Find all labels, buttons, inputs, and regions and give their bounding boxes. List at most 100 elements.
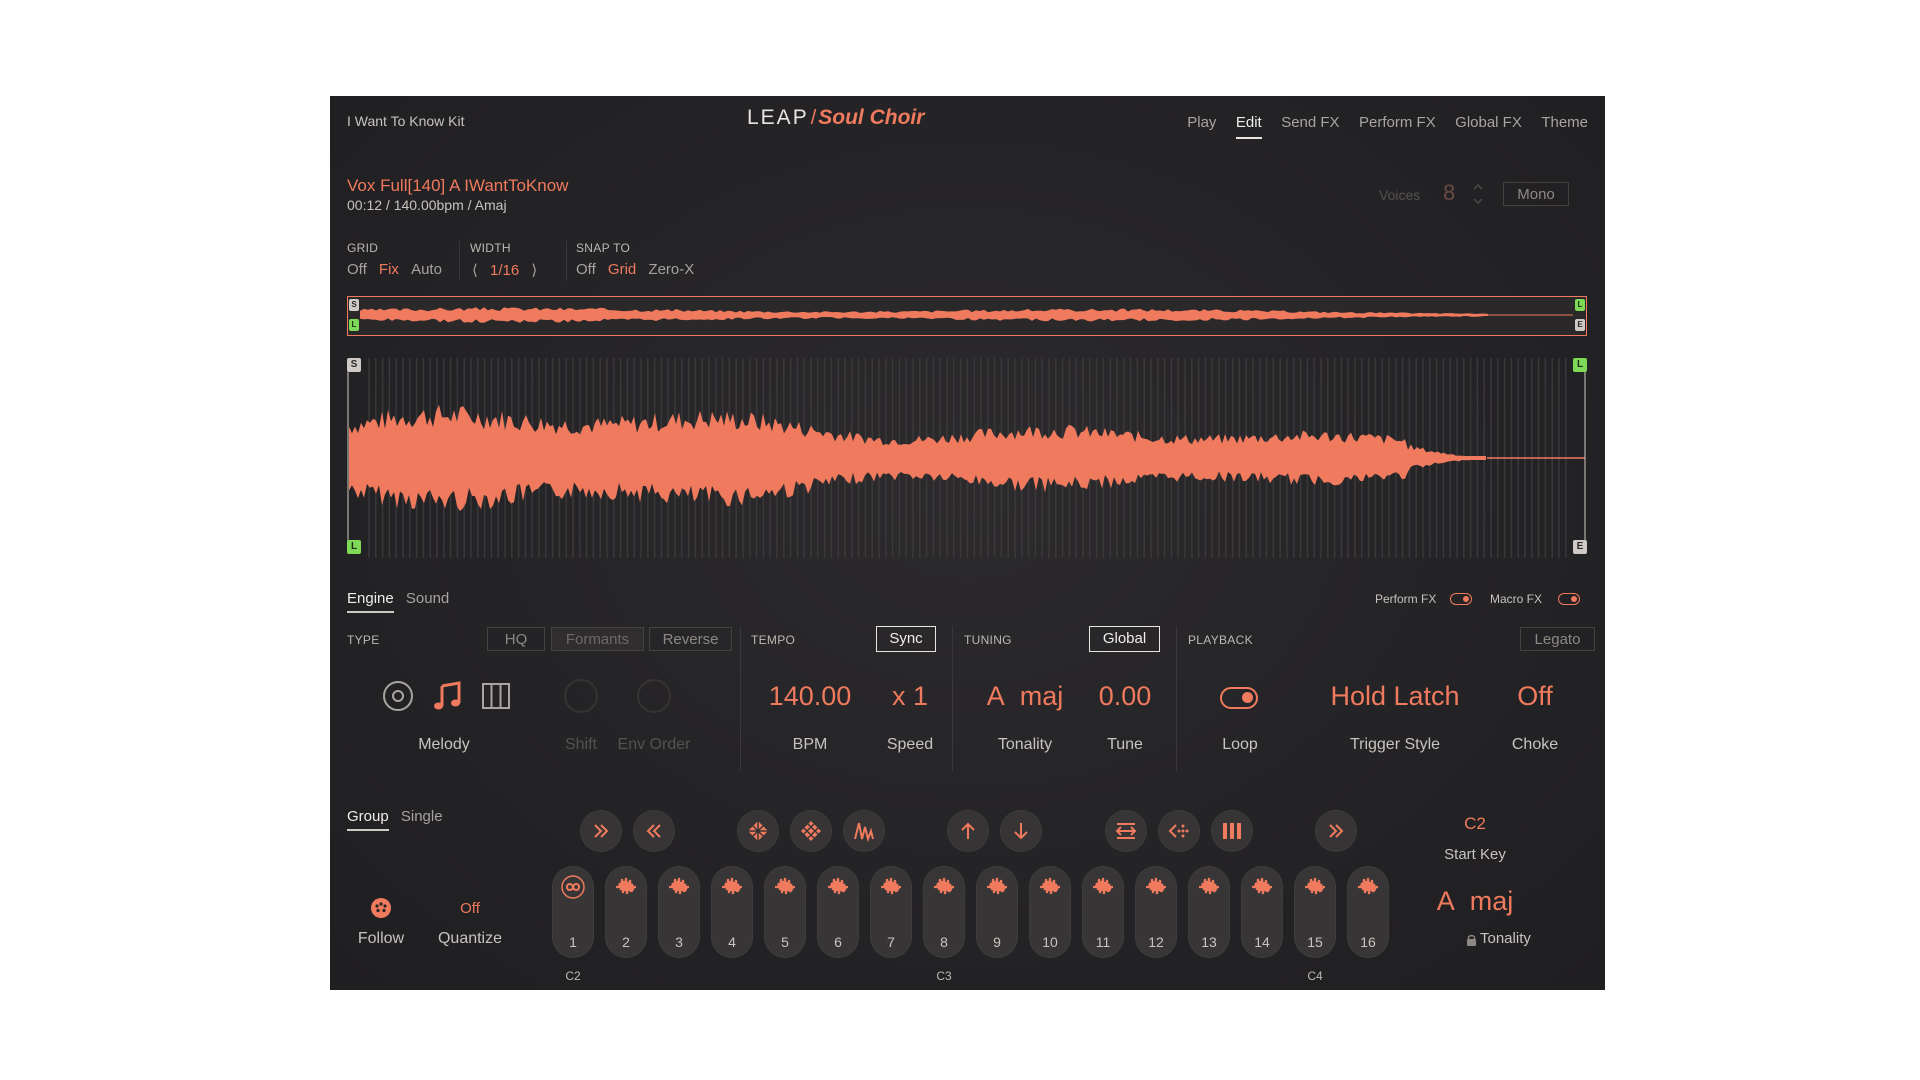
randomize-button[interactable]: [790, 810, 832, 852]
divider: [740, 626, 741, 771]
target-icon[interactable]: [381, 679, 415, 713]
sample-name[interactable]: Vox Full[140] A IWantToKnow: [347, 176, 568, 196]
nav-edit[interactable]: Edit: [1236, 114, 1262, 139]
pad-5[interactable]: 5: [764, 866, 806, 958]
reverse-button[interactable]: Reverse: [649, 627, 732, 651]
pad-2[interactable]: 2: [605, 866, 647, 958]
nav-play[interactable]: Play: [1187, 114, 1216, 131]
nav-global-fx[interactable]: Global FX: [1455, 114, 1522, 131]
voices-stepper-icon[interactable]: [1472, 181, 1484, 207]
tune-value[interactable]: 0.00: [1080, 681, 1170, 712]
tab-group[interactable]: Group: [347, 808, 389, 831]
overview-loop-start-marker[interactable]: L: [349, 319, 359, 331]
chevron-left-icon[interactable]: ⟨: [472, 262, 478, 279]
transpose-down-button[interactable]: [1000, 810, 1042, 852]
reverse-order-button[interactable]: [1158, 810, 1200, 852]
playback-label: PLAYBACK: [1188, 633, 1253, 647]
double-chevron-left-icon: [645, 822, 663, 840]
tab-engine[interactable]: Engine: [347, 590, 394, 613]
double-chevron-right-icon: [1327, 822, 1345, 840]
music-note-icon[interactable]: [430, 679, 464, 713]
skip-back-button[interactable]: [633, 810, 675, 852]
kit-name[interactable]: I Want To Know Kit: [347, 113, 465, 129]
waveform-icon: [1144, 875, 1168, 899]
slices-icon[interactable]: [479, 679, 513, 713]
legato-button[interactable]: Legato: [1520, 627, 1595, 651]
waveform-icon: [1197, 875, 1221, 899]
tab-sound[interactable]: Sound: [406, 590, 449, 607]
sync-button[interactable]: Sync: [876, 626, 936, 652]
snap-zero-x[interactable]: Zero-X: [648, 261, 694, 278]
start-key-value[interactable]: C2: [1430, 814, 1520, 834]
hq-button[interactable]: HQ: [487, 627, 545, 651]
pad-14[interactable]: 14: [1241, 866, 1283, 958]
speed-value[interactable]: x 1: [860, 681, 960, 712]
shuffle-button[interactable]: [737, 810, 779, 852]
bars-button[interactable]: [1211, 810, 1253, 852]
pad-10[interactable]: 10: [1029, 866, 1071, 958]
macro-fx-toggle[interactable]: [1558, 593, 1580, 605]
follow-caption: Follow: [341, 930, 421, 948]
snap-grid[interactable]: Grid: [608, 261, 636, 278]
quantize-value[interactable]: Off: [430, 900, 510, 917]
overview-loop-end-marker[interactable]: L: [1575, 299, 1585, 311]
pad-number: 11: [1082, 934, 1124, 950]
loop-start-marker[interactable]: L: [347, 540, 361, 554]
grid-fix[interactable]: Fix: [379, 261, 399, 278]
main-waveform[interactable]: S L L E: [347, 358, 1587, 558]
global-button[interactable]: Global: [1089, 626, 1160, 652]
trigger-style-value[interactable]: Hold Latch: [1310, 681, 1480, 712]
follow-icon[interactable]: [369, 896, 393, 920]
envelope-button[interactable]: [843, 810, 885, 852]
pad-13[interactable]: 13: [1188, 866, 1230, 958]
nav-send-fx[interactable]: Send FX: [1281, 114, 1339, 131]
pad-8[interactable]: 8: [923, 866, 965, 958]
pad-number: 6: [817, 934, 859, 950]
pad-15[interactable]: 15: [1294, 866, 1336, 958]
waveform-icon: [614, 875, 638, 899]
start-marker[interactable]: S: [347, 358, 361, 372]
pad-12[interactable]: 12: [1135, 866, 1177, 958]
nav-theme[interactable]: Theme: [1541, 114, 1588, 131]
pad-1[interactable]: 1: [552, 866, 594, 958]
pad-3[interactable]: 3: [658, 866, 700, 958]
overview-start-marker[interactable]: S: [349, 299, 359, 311]
choke-value[interactable]: Off: [1490, 681, 1580, 712]
overview-end-marker[interactable]: E: [1575, 319, 1585, 331]
width-value[interactable]: 1/16: [490, 262, 519, 279]
lock-icon[interactable]: [1466, 933, 1477, 945]
overview-waveform[interactable]: S L L E: [347, 296, 1587, 336]
choke-caption: Choke: [1490, 736, 1580, 754]
loop-toggle[interactable]: [1220, 687, 1258, 709]
divider: [566, 241, 567, 281]
nav-perform-fx[interactable]: Perform FX: [1359, 114, 1436, 131]
mono-button[interactable]: Mono: [1503, 182, 1569, 206]
pad-11[interactable]: 11: [1082, 866, 1124, 958]
skip-forward-button[interactable]: [580, 810, 622, 852]
perform-fx-toggle[interactable]: [1450, 593, 1472, 605]
width-label: WIDTH: [470, 241, 511, 255]
grid-auto[interactable]: Auto: [411, 261, 442, 278]
end-marker[interactable]: E: [1573, 540, 1587, 554]
swap-button[interactable]: [1105, 810, 1147, 852]
loop-end-marker[interactable]: L: [1573, 358, 1587, 372]
bpm-value[interactable]: 140.00: [750, 681, 870, 712]
pad-4[interactable]: 4: [711, 866, 753, 958]
chevron-right-icon[interactable]: ⟩: [531, 262, 537, 279]
loop-icon: [561, 875, 585, 899]
pad-6[interactable]: 6: [817, 866, 859, 958]
pad-tonality-caption: Tonality: [1480, 930, 1531, 947]
pad-7[interactable]: 7: [870, 866, 912, 958]
pad-9[interactable]: 9: [976, 866, 1018, 958]
shift-caption: Shift: [551, 736, 611, 754]
grid-off[interactable]: Off: [347, 261, 367, 278]
voices-value[interactable]: 8: [1443, 180, 1455, 206]
tonality-value[interactable]: A maj: [970, 681, 1080, 712]
pad-tonality-value[interactable]: A maj: [1410, 886, 1540, 917]
tab-single[interactable]: Single: [401, 808, 443, 825]
next-page-button[interactable]: [1315, 810, 1357, 852]
pad-16[interactable]: 16: [1347, 866, 1389, 958]
snap-off[interactable]: Off: [576, 261, 596, 278]
transpose-up-button[interactable]: [947, 810, 989, 852]
formants-button[interactable]: Formants: [551, 627, 644, 651]
